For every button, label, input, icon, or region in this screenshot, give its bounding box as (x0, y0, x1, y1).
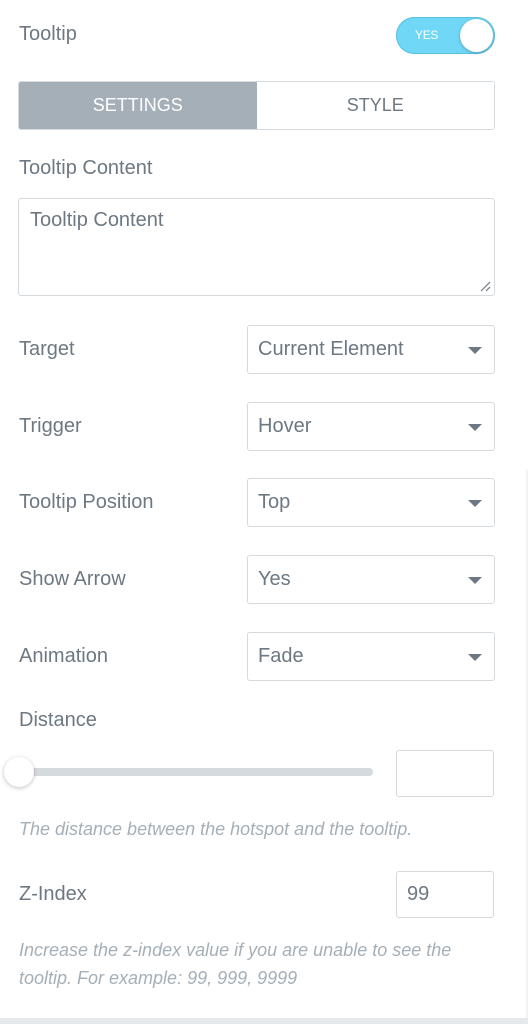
show-arrow-value: Yes (258, 568, 291, 590)
caret-down-icon (468, 347, 482, 354)
tooltip-position-value: Top (258, 491, 291, 513)
z-index-description-line1: Increase the z-index value if you are un… (19, 940, 452, 960)
z-index-description-line2: tooltip. For example: 99, 999, 9999 (19, 968, 298, 988)
tab-settings[interactable]: SETTINGS (19, 82, 257, 129)
distance-description: The distance between the hotspot and the… (19, 819, 413, 839)
tooltip-content-textarea[interactable]: Tooltip Content (18, 198, 495, 296)
caret-down-icon (468, 424, 482, 431)
caret-down-icon (468, 577, 482, 584)
distance-input[interactable] (396, 750, 494, 797)
settings-style-tabs: SETTINGS STYLE (18, 81, 495, 130)
distance-label: Distance (19, 709, 97, 731)
target-value: Current Element (258, 338, 404, 360)
toggle-state-label: YES (415, 28, 439, 42)
resize-handle-icon[interactable] (479, 280, 491, 292)
target-label: Target (19, 338, 75, 360)
caret-down-icon (468, 654, 482, 661)
distance-slider-handle[interactable] (4, 757, 34, 787)
panel-footer-divider (0, 1018, 528, 1024)
tab-style[interactable]: STYLE (256, 82, 494, 129)
show-arrow-select[interactable]: Yes (247, 555, 495, 604)
trigger-value: Hover (258, 415, 312, 437)
z-index-value: 99 (407, 883, 430, 905)
tooltip-content-value: Tooltip Content (30, 209, 164, 231)
z-index-input[interactable]: 99 (396, 871, 494, 918)
tooltip-position-select[interactable]: Top (247, 478, 495, 527)
tooltip-position-label: Tooltip Position (19, 491, 154, 513)
show-arrow-label: Show Arrow (19, 568, 126, 590)
tooltip-content-label: Tooltip Content (19, 157, 153, 179)
distance-slider-track[interactable] (19, 768, 373, 776)
target-select[interactable]: Current Element (247, 325, 495, 374)
animation-value: Fade (258, 645, 304, 667)
toggle-knob (460, 19, 493, 52)
tooltip-label: Tooltip (19, 23, 77, 45)
z-index-label: Z-Index (19, 883, 87, 905)
animation-select[interactable]: Fade (247, 632, 495, 681)
animation-label: Animation (19, 645, 108, 667)
tooltip-settings-panel: Tooltip YES SETTINGS STYLE Tooltip Conte… (0, 0, 528, 1024)
caret-down-icon (468, 500, 482, 507)
tooltip-toggle[interactable]: YES (396, 17, 495, 54)
trigger-select[interactable]: Hover (247, 402, 495, 451)
trigger-label: Trigger (19, 415, 82, 437)
